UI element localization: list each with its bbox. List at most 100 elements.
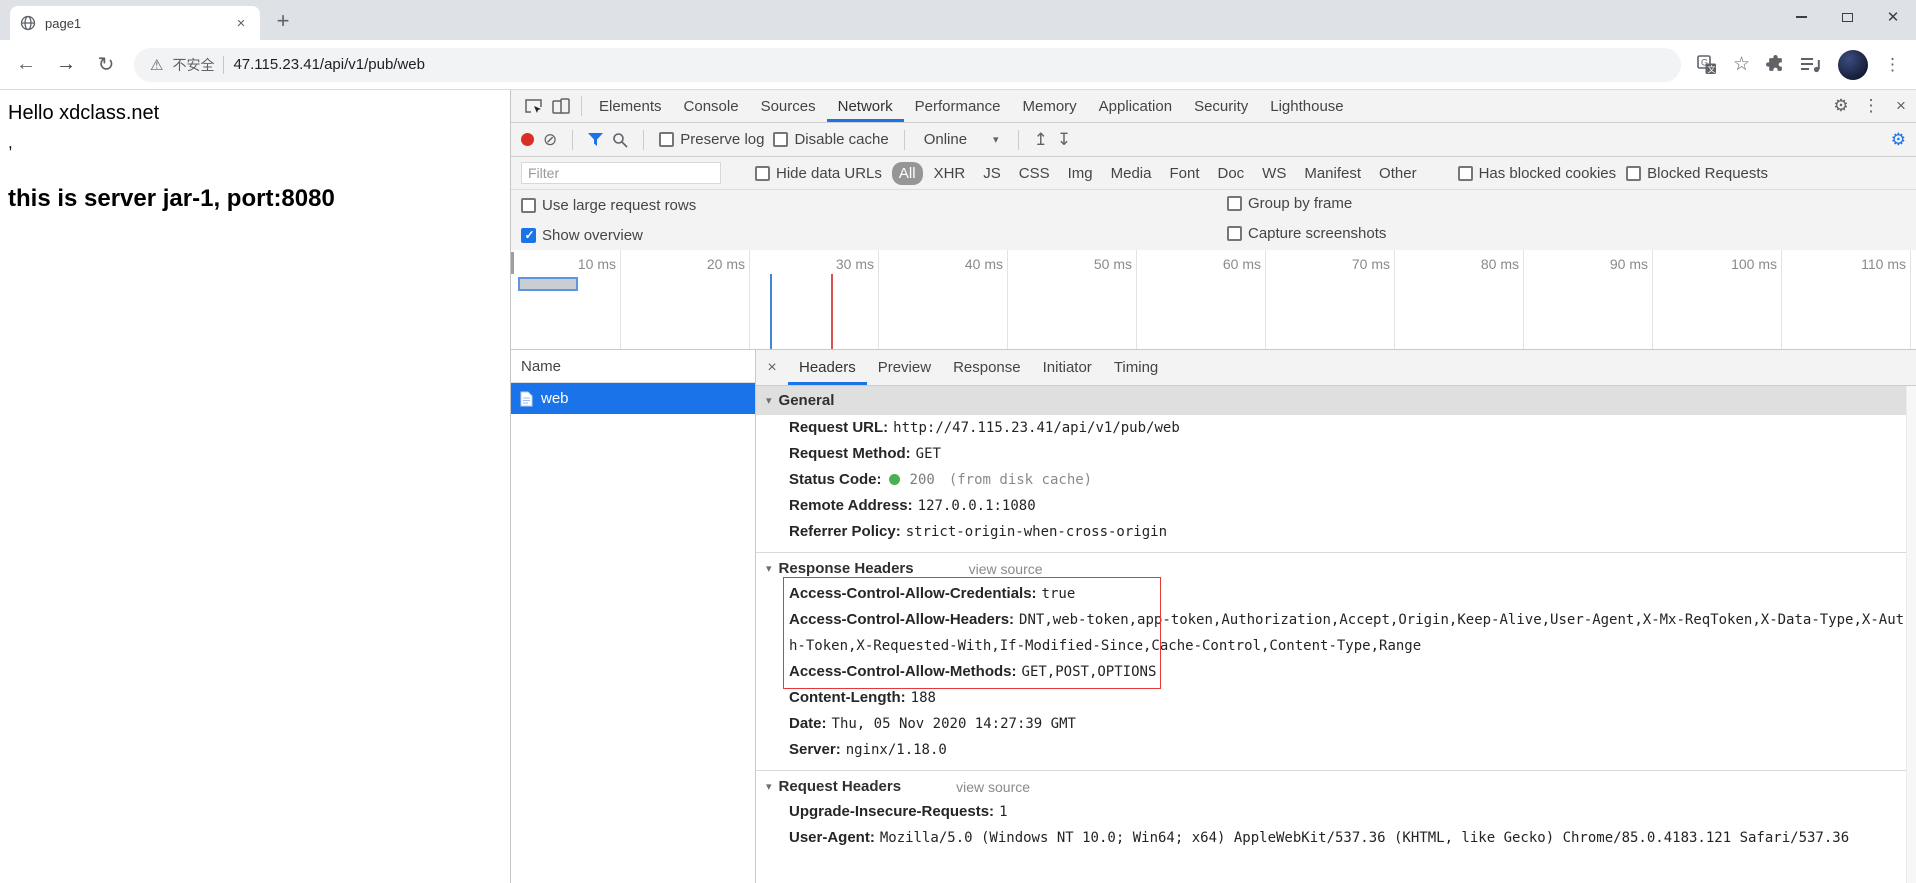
forward-button[interactable]: → xyxy=(54,53,78,76)
checkbox[interactable] xyxy=(773,132,789,147)
disable-cache-checkbox[interactable]: Disable cache xyxy=(773,131,889,148)
bookmark-star-icon[interactable]: ☆ xyxy=(1733,53,1750,76)
maximize-button[interactable] xyxy=(1824,0,1870,34)
export-har-icon[interactable]: ↧ xyxy=(1057,130,1071,150)
devtools-tab[interactable]: Console xyxy=(673,90,750,122)
view-source-link[interactable]: view source xyxy=(969,561,1043,577)
network-overview-timeline[interactable]: 10 ms 20 ms 30 ms 40 ms 50 ms 60 ms 70 ms 80 ms… xyxy=(511,250,1916,350)
type-filter-pill[interactable]: Manifest xyxy=(1297,162,1368,185)
clear-icon[interactable]: ⊘ xyxy=(543,130,557,150)
filter-icon[interactable] xyxy=(588,133,604,146)
status-dot-icon xyxy=(888,474,900,485)
type-filter-pill[interactable]: JS xyxy=(976,162,1008,185)
new-tab-button[interactable]: + xyxy=(268,6,298,36)
device-toolbar-icon[interactable] xyxy=(547,97,575,115)
devtools-tab[interactable]: Security xyxy=(1183,90,1259,122)
tab-close-icon[interactable]: × xyxy=(232,15,250,32)
header-row: Content-Length: 188 xyxy=(756,685,1906,711)
type-filter-pill[interactable]: Other xyxy=(1372,162,1424,185)
devtools-tab[interactable]: Performance xyxy=(904,90,1012,122)
request-row[interactable]: web xyxy=(511,383,755,414)
has-blocked-cookies-checkbox[interactable]: Has blocked cookies xyxy=(1457,165,1616,182)
timeline-tick-label: 100 ms xyxy=(1653,250,1782,349)
checkbox[interactable] xyxy=(1626,165,1642,181)
extensions-puzzle-icon[interactable] xyxy=(1766,55,1785,74)
address-bar[interactable]: ⚠ 不安全 47.115.23.41/api/v1/pub/web xyxy=(134,47,1681,82)
preserve-log-checkbox[interactable]: Preserve log xyxy=(659,131,764,148)
checkbox[interactable] xyxy=(521,197,536,213)
group-by-frame-checkbox[interactable]: Group by frame xyxy=(1227,195,1352,212)
devtools-tab[interactable]: Memory xyxy=(1012,90,1088,122)
timeline-tick-label: 90 ms xyxy=(1524,250,1653,349)
show-overview-checkbox[interactable]: Show overview xyxy=(521,227,643,244)
reload-button[interactable]: ↻ xyxy=(94,52,118,77)
checkbox[interactable] xyxy=(755,165,770,181)
translate-icon[interactable]: G 文 xyxy=(1697,54,1717,75)
type-filter-pill[interactable]: WS xyxy=(1255,162,1293,185)
details-tab[interactable]: Timing xyxy=(1103,350,1169,385)
use-large-rows-checkbox[interactable]: Use large request rows xyxy=(521,197,696,214)
back-button[interactable]: ← xyxy=(14,53,38,76)
section-title: Response Headers xyxy=(778,560,914,577)
checkbox[interactable] xyxy=(1457,165,1473,181)
url-text[interactable]: 47.115.23.41/api/v1/pub/web xyxy=(233,56,425,73)
throttling-dropdown[interactable]: Online ▾ xyxy=(920,131,1003,148)
timeline-tick-label: 80 ms xyxy=(1395,250,1524,349)
devtools-tab[interactable]: Lighthouse xyxy=(1259,90,1354,122)
details-tab[interactable]: Headers xyxy=(788,350,867,385)
type-filter-pill[interactable]: XHR xyxy=(927,162,973,185)
profile-avatar[interactable] xyxy=(1838,49,1868,80)
details-tab-label: Response xyxy=(953,359,1021,376)
timeline-start-marker xyxy=(511,252,514,274)
devtools-tab[interactable]: Elements xyxy=(588,90,673,122)
browser-menu-icon[interactable]: ⋮ xyxy=(1884,55,1902,75)
type-filter-pill[interactable]: Font xyxy=(1162,162,1206,185)
devtools-tab[interactable]: Network xyxy=(827,90,904,122)
checkbox[interactable] xyxy=(659,132,675,147)
type-filter-pill[interactable]: All xyxy=(891,161,923,185)
type-filter-pill[interactable]: Doc xyxy=(1210,162,1251,185)
devtools-tab[interactable]: Sources xyxy=(750,90,827,122)
checkbox[interactable] xyxy=(1227,196,1242,211)
section-general-header[interactable]: ▾ General xyxy=(756,386,1906,415)
checkbox[interactable] xyxy=(521,227,536,243)
close-window-button[interactable]: ✕ xyxy=(1870,0,1916,34)
devtools-menu-icon[interactable]: ⋮ xyxy=(1856,96,1886,116)
details-tab[interactable]: Response xyxy=(942,350,1032,385)
media-controls-icon[interactable] xyxy=(1801,57,1822,73)
minimize-button[interactable] xyxy=(1778,0,1824,34)
details-tab[interactable]: Initiator xyxy=(1032,350,1103,385)
scrollbar[interactable] xyxy=(1906,386,1916,883)
type-filter-pill[interactable]: CSS xyxy=(1012,162,1057,185)
blocked-requests-checkbox[interactable]: Blocked Requests xyxy=(1626,165,1768,182)
import-har-icon[interactable]: ↥ xyxy=(1034,130,1048,150)
type-filter-pill[interactable]: Img xyxy=(1061,162,1100,185)
request-timing-bar[interactable] xyxy=(518,277,578,291)
hide-data-urls-checkbox[interactable]: Hide data URLs xyxy=(755,165,882,182)
section-response-headers-header[interactable]: ▾ Response Headers view source xyxy=(756,552,1906,581)
inspect-element-icon[interactable] xyxy=(519,98,547,115)
devtools-tab[interactable]: Application xyxy=(1088,90,1183,122)
details-tab[interactable]: Preview xyxy=(867,350,942,385)
minimize-icon xyxy=(1795,16,1807,18)
details-tab-label: Preview xyxy=(877,359,932,376)
header-value: 127.0.0.1:1080 xyxy=(917,498,1036,514)
name-column-header[interactable]: Name xyxy=(511,350,755,383)
filter-input[interactable] xyxy=(521,162,721,184)
close-details-icon[interactable]: × xyxy=(756,359,788,377)
browser-tab[interactable]: page1 × xyxy=(10,6,260,40)
type-filter-pill[interactable]: Media xyxy=(1104,162,1159,185)
capture-screenshots-checkbox[interactable]: Capture screenshots xyxy=(1227,225,1386,242)
section-request-headers-header[interactable]: ▾ Request Headers view source xyxy=(756,770,1906,799)
devtools-close-icon[interactable]: × xyxy=(1886,96,1916,116)
record-icon[interactable] xyxy=(521,133,534,146)
checkbox[interactable] xyxy=(1227,226,1242,241)
headers-content[interactable]: ▾ General Request URL: http://47.115.23.4… xyxy=(756,386,1916,883)
view-source-link[interactable]: view source xyxy=(956,779,1030,795)
devtools-settings-gear-icon[interactable]: ⚙ xyxy=(1826,96,1856,116)
not-secure-warning-icon[interactable]: ⚠ xyxy=(150,56,163,74)
devtools-tab-label: Network xyxy=(837,97,893,115)
search-icon[interactable] xyxy=(612,132,628,148)
network-settings-gear-icon[interactable]: ⚙ xyxy=(1891,130,1906,150)
security-label[interactable]: 不安全 xyxy=(172,55,214,75)
